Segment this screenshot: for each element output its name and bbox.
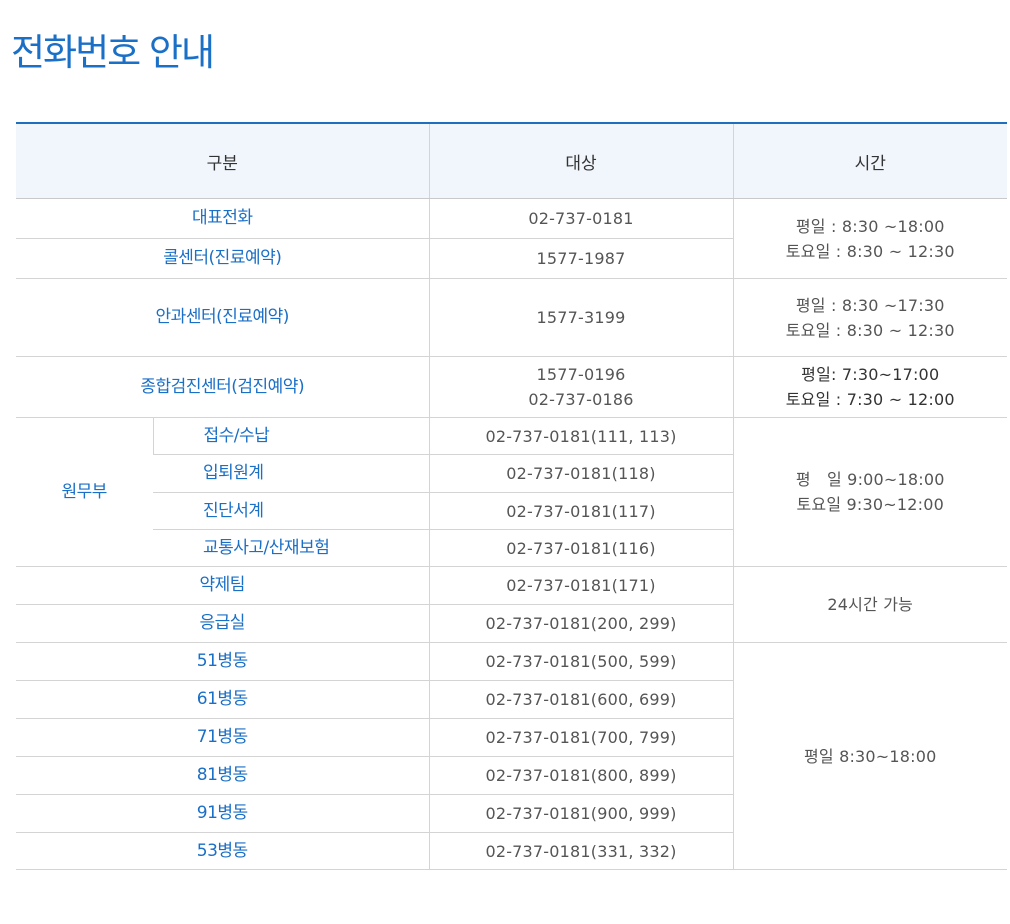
- table-row: 약제팀 02-737-0181(171) 24시간 가능: [16, 566, 1007, 643]
- hours-cell: 24시간 가능: [732, 566, 1007, 643]
- phone-number-line: 02-737-0186: [528, 390, 634, 409]
- header-target: 대상: [428, 123, 733, 199]
- phone-number-cell: 02-737-0181(600, 699): [428, 680, 733, 719]
- phone-number-line: 1577-0196: [536, 365, 626, 384]
- phone-number-cell: 1577-3199: [428, 278, 733, 357]
- page-title: 전화번호 안내: [11, 31, 215, 74]
- phone-directory-table: 구분 대상 시간 대표전화 02-737-0181 평일 : 8:30 ~18:…: [16, 122, 1007, 870]
- dept-cell[interactable]: 61병동: [16, 680, 429, 719]
- hours-line: 평일 8:30~18:00: [803, 746, 937, 766]
- phone-number-cell: 1577-1987: [428, 238, 733, 279]
- phone-number-cell: 02-737-0181: [428, 198, 733, 239]
- hours-line: 24시간 가능: [827, 595, 914, 614]
- hours-line: 토요일 9:30~12:00: [796, 495, 944, 514]
- phone-number-cell: 02-737-0181(118): [428, 454, 733, 493]
- hours-cell: 평일 8:30~18:00: [732, 642, 1007, 870]
- table-row: 안과센터(진료예약) 1577-3199 평일 : 8:30 ~17:30 토요…: [16, 278, 1007, 357]
- table-row: 원무부 접수/수납 02-737-0181(111, 113) 평 일 9:00…: [16, 417, 1007, 567]
- dept-cell[interactable]: 종합검진센터(검진예약): [16, 356, 429, 418]
- hours-line: 평 일 9:00~18:00: [795, 470, 945, 489]
- dept-cell[interactable]: 콜센터(진료예약): [16, 238, 429, 279]
- header-category: 구분: [16, 123, 429, 199]
- dept-cell[interactable]: 대표전화: [16, 198, 429, 239]
- hours-line: 토요일 : 8:30 ~ 12:30: [785, 320, 955, 340]
- phone-number-cell: 02-737-0181(700, 799): [428, 718, 733, 757]
- table-row: 51병동 02-737-0181(500, 599) 평일 8:30~18:00: [16, 642, 1007, 870]
- hours-line: 평일 : 8:30 ~18:00: [795, 216, 945, 236]
- phone-number-cell: 02-737-0181(200, 299): [428, 604, 733, 643]
- hours-cell: 평일 : 8:30 ~17:30 토요일 : 8:30 ~ 12:30: [732, 278, 1007, 357]
- dept-cell[interactable]: 안과센터(진료예약): [16, 278, 429, 357]
- dept-cell[interactable]: 진단서계: [153, 492, 429, 530]
- hours-line: 토요일 : 7:30 ~ 12:00: [785, 390, 955, 409]
- hours-cell: 평일 : 8:30 ~18:00 토요일 : 8:30 ~ 12:30: [732, 198, 1007, 279]
- table-row: 종합검진센터(검진예약) 1577-0196 02-737-0186 평일: 7…: [16, 356, 1007, 418]
- dept-cell[interactable]: 응급실: [16, 604, 429, 643]
- phone-number-cell: 02-737-0181(171): [428, 566, 733, 605]
- dept-cell[interactable]: 교통사고/산재보험: [153, 529, 429, 567]
- phone-number-cell: 02-737-0181(331, 332): [428, 832, 733, 870]
- hours-line: 토요일 : 8:30 ~ 12:30: [785, 241, 955, 261]
- hours-line: 평일 : 8:30 ~17:30: [795, 295, 945, 315]
- table-header-row: 구분 대상 시간: [16, 123, 1007, 199]
- header-hours: 시간: [732, 123, 1007, 199]
- dept-cell[interactable]: 91병동: [16, 794, 429, 833]
- phone-number-cell: 02-737-0181(500, 599): [428, 642, 733, 681]
- dept-cell[interactable]: 81병동: [16, 756, 429, 795]
- phone-number-cell: 02-737-0181(900, 999): [428, 794, 733, 833]
- dept-cell[interactable]: 약제팀: [16, 566, 429, 605]
- dept-cell[interactable]: 71병동: [16, 718, 429, 757]
- dept-cell[interactable]: 51병동: [16, 642, 429, 681]
- phone-number-cell: 1577-0196 02-737-0186: [428, 356, 733, 418]
- phone-number-cell: 02-737-0181(116): [428, 529, 733, 567]
- hours-cell: 평일: 7:30~17:00 토요일 : 7:30 ~ 12:00: [732, 356, 1007, 418]
- phone-number-cell: 02-737-0181(800, 899): [428, 756, 733, 795]
- table-row: 대표전화 02-737-0181 평일 : 8:30 ~18:00 토요일 : …: [16, 198, 1007, 279]
- dept-cell[interactable]: 53병동: [16, 832, 429, 870]
- phone-number-cell: 02-737-0181(117): [428, 492, 733, 530]
- phone-number-cell: 02-737-0181(111, 113): [428, 417, 733, 455]
- dept-cell[interactable]: 접수/수납: [152, 417, 429, 455]
- group-cell-admin[interactable]: 원무부: [16, 417, 153, 567]
- hours-line: 평일: 7:30~17:00: [801, 365, 940, 384]
- hours-cell: 평 일 9:00~18:00 토요일 9:30~12:00: [732, 417, 1007, 567]
- dept-cell[interactable]: 입퇴원계: [153, 454, 429, 493]
